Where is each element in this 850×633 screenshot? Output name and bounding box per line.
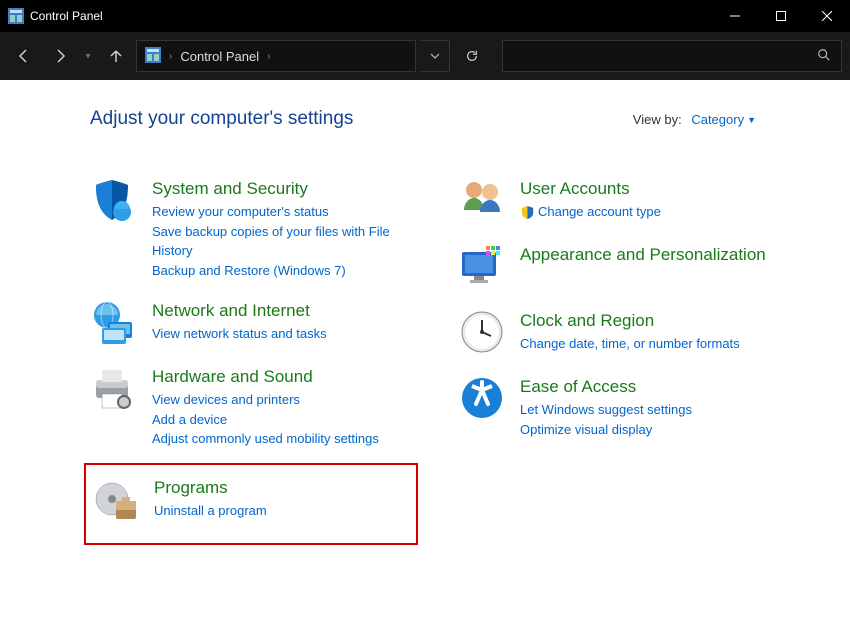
- category-link[interactable]: Backup and Restore (Windows 7): [152, 261, 418, 281]
- minimize-button[interactable]: [712, 0, 758, 32]
- left-column: System and Security Review your computer…: [90, 176, 418, 545]
- ease-of-access-icon: [458, 374, 506, 422]
- title-bar: Control Panel: [0, 0, 850, 32]
- viewby-label: View by:: [633, 112, 682, 127]
- category-body: Clock and Region Change date, time, or n…: [520, 308, 740, 354]
- category-body: Hardware and Sound View devices and prin…: [152, 364, 379, 449]
- category-title[interactable]: Clock and Region: [520, 310, 740, 332]
- globe-network-icon: [90, 298, 138, 346]
- header-row: Adjust your computer's settings View by:…: [90, 108, 786, 130]
- breadcrumb[interactable]: › Control Panel ›: [136, 40, 416, 72]
- category-user-accounts: User Accounts Change account type: [458, 176, 786, 224]
- category-link[interactable]: Adjust commonly used mobility settings: [152, 429, 379, 449]
- category-link[interactable]: Let Windows suggest settings: [520, 400, 692, 420]
- category-body: User Accounts Change account type: [520, 176, 661, 222]
- category-link[interactable]: Uninstall a program: [154, 501, 267, 521]
- printer-icon: [90, 364, 138, 412]
- uac-shield-icon: [520, 205, 535, 220]
- category-system-security: System and Security Review your computer…: [90, 176, 418, 280]
- up-button[interactable]: [100, 40, 132, 72]
- category-programs: Programs Uninstall a program: [84, 463, 418, 545]
- category-link[interactable]: Change account type: [520, 202, 661, 222]
- monitor-palette-icon: [458, 242, 506, 290]
- page-title: Adjust your computer's settings: [90, 108, 353, 130]
- category-link[interactable]: Optimize visual display: [520, 420, 692, 440]
- users-icon: [458, 176, 506, 224]
- category-link[interactable]: View devices and printers: [152, 390, 379, 410]
- content-area: Adjust your computer's settings View by:…: [0, 80, 850, 565]
- chevron-down-icon[interactable]: ▼: [747, 115, 756, 125]
- right-column: User Accounts Change account type: [458, 176, 786, 545]
- clock-icon: [458, 308, 506, 356]
- maximize-button[interactable]: [758, 0, 804, 32]
- programs-icon: [92, 475, 140, 523]
- category-body: Ease of Access Let Windows suggest setti…: [520, 374, 692, 439]
- category-appearance: Appearance and Personalization: [458, 242, 786, 290]
- shield-icon: [90, 176, 138, 224]
- view-by: View by: Category▼: [633, 112, 756, 127]
- forward-button[interactable]: [44, 40, 76, 72]
- category-title[interactable]: Appearance and Personalization: [520, 244, 766, 266]
- category-network-internet: Network and Internet View network status…: [90, 298, 418, 346]
- category-link[interactable]: View network status and tasks: [152, 324, 327, 344]
- refresh-button[interactable]: [454, 40, 490, 72]
- category-body: System and Security Review your computer…: [152, 176, 418, 280]
- window-title: Control Panel: [30, 9, 103, 23]
- window-controls: [712, 0, 850, 32]
- address-dropdown[interactable]: [420, 40, 450, 72]
- category-body: Programs Uninstall a program: [154, 475, 267, 521]
- category-ease-of-access: Ease of Access Let Windows suggest setti…: [458, 374, 786, 439]
- category-link[interactable]: Add a device: [152, 410, 379, 430]
- category-link[interactable]: Review your computer's status: [152, 202, 418, 222]
- address-bar: ▾ › Control Panel ›: [0, 32, 850, 80]
- category-link[interactable]: Change date, time, or number formats: [520, 334, 740, 354]
- chevron-right-icon: ›: [265, 51, 272, 62]
- category-title[interactable]: User Accounts: [520, 178, 661, 200]
- breadcrumb-icon: [145, 47, 161, 66]
- category-title[interactable]: Hardware and Sound: [152, 366, 379, 388]
- category-clock-region: Clock and Region Change date, time, or n…: [458, 308, 786, 356]
- chevron-right-icon: ›: [167, 51, 174, 62]
- search-box[interactable]: [502, 40, 842, 72]
- breadcrumb-root[interactable]: Control Panel: [180, 49, 259, 64]
- category-link[interactable]: Save backup copies of your files with Fi…: [152, 222, 418, 261]
- category-body: Appearance and Personalization: [520, 242, 766, 268]
- category-columns: System and Security Review your computer…: [90, 176, 786, 545]
- search-icon: [817, 48, 831, 65]
- category-body: Network and Internet View network status…: [152, 298, 327, 344]
- category-title[interactable]: Ease of Access: [520, 376, 692, 398]
- category-hardware-sound: Hardware and Sound View devices and prin…: [90, 364, 418, 449]
- category-title[interactable]: System and Security: [152, 178, 418, 200]
- viewby-mode[interactable]: Category: [691, 112, 744, 127]
- link-text: Change account type: [538, 204, 661, 219]
- control-panel-icon: [8, 8, 24, 24]
- category-title[interactable]: Programs: [154, 477, 267, 499]
- close-button[interactable]: [804, 0, 850, 32]
- titlebar-left: Control Panel: [8, 8, 103, 24]
- category-title[interactable]: Network and Internet: [152, 300, 327, 322]
- back-button[interactable]: [8, 40, 40, 72]
- recent-dropdown[interactable]: ▾: [80, 40, 96, 72]
